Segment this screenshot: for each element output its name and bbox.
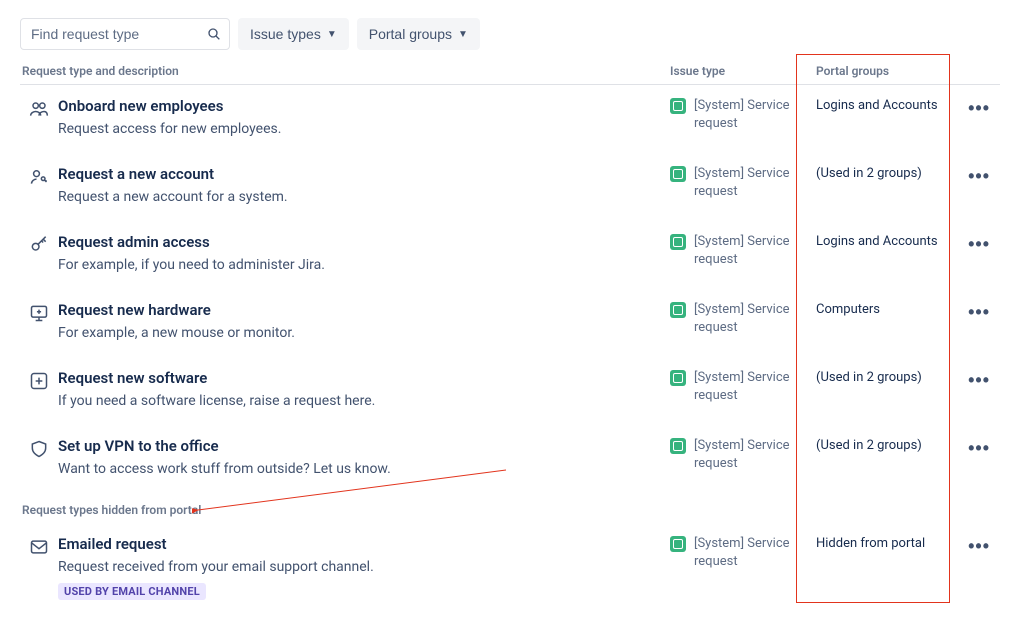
more-actions-button[interactable]: •••: [964, 536, 994, 557]
header-portal-groups: Portal groups: [816, 64, 964, 78]
issue-type-icon: [670, 536, 686, 552]
portal-groups-dropdown[interactable]: Portal groups ▼: [357, 18, 480, 50]
issue-type-icon: [670, 234, 686, 250]
header-issue-type: Issue type: [670, 64, 816, 78]
dropdown-label: Portal groups: [369, 26, 452, 42]
portal-group-value: Logins and Accounts: [816, 97, 964, 137]
request-type-description: Want to access work stuff from outside? …: [58, 461, 650, 477]
portal-group-value: Hidden from portal: [816, 535, 964, 600]
request-type-title[interactable]: Onboard new employees: [58, 97, 650, 115]
request-type-description: Request received from your email support…: [58, 559, 650, 575]
mail-icon: [20, 535, 58, 600]
issue-type-label: [System] Service request: [694, 97, 816, 132]
more-actions-button[interactable]: •••: [964, 438, 994, 459]
app-add-icon: [20, 369, 58, 409]
issue-type-icon: [670, 438, 686, 454]
request-type-description: Request a new account for a system.: [58, 189, 650, 205]
hidden-section-label: Request types hidden from portal: [20, 493, 1000, 523]
portal-group-value: Logins and Accounts: [816, 233, 964, 273]
issue-type-label: [System] Service request: [694, 369, 816, 404]
issue-type-icon: [670, 98, 686, 114]
people-icon: [20, 97, 58, 137]
portal-group-value: (Used in 2 groups): [816, 369, 964, 409]
issue-type-icon: [670, 166, 686, 182]
email-channel-badge: USED BY EMAIL CHANNEL: [58, 583, 206, 600]
request-type-title[interactable]: Emailed request: [58, 535, 650, 553]
portal-group-value: (Used in 2 groups): [816, 437, 964, 477]
table-row: Request a new account Request a new accou…: [20, 153, 1000, 221]
search-input[interactable]: [20, 18, 230, 50]
more-actions-button[interactable]: •••: [964, 370, 994, 391]
table-row: Set up VPN to the office Want to access w…: [20, 425, 1000, 493]
more-actions-button[interactable]: •••: [964, 98, 994, 119]
table-row: Request admin access For example, if you …: [20, 221, 1000, 289]
issue-type-icon: [670, 302, 686, 318]
table-row: Onboard new employees Request access for …: [20, 85, 1000, 153]
search-wrapper: [20, 18, 230, 50]
monitor-add-icon: [20, 301, 58, 341]
person-key-icon: [20, 165, 58, 205]
issue-types-dropdown[interactable]: Issue types ▼: [238, 18, 349, 50]
issue-type-label: [System] Service request: [694, 165, 816, 200]
request-type-title[interactable]: Request new software: [58, 369, 650, 387]
request-type-title[interactable]: Set up VPN to the office: [58, 437, 650, 455]
key-icon: [20, 233, 58, 273]
request-type-description: For example, if you need to administer J…: [58, 257, 650, 273]
issue-type-label: [System] Service request: [694, 535, 816, 570]
header-request-type: Request type and description: [20, 64, 670, 78]
chevron-down-icon: ▼: [458, 29, 468, 40]
request-type-title[interactable]: Request admin access: [58, 233, 650, 251]
issue-type-label: [System] Service request: [694, 301, 816, 336]
request-type-title[interactable]: Request new hardware: [58, 301, 650, 319]
issue-type-label: [System] Service request: [694, 233, 816, 268]
more-actions-button[interactable]: •••: [964, 166, 994, 187]
dropdown-label: Issue types: [250, 26, 321, 42]
table-row: Request new hardware For example, a new m…: [20, 289, 1000, 357]
table-row: Request new software If you need a softwa…: [20, 357, 1000, 425]
more-actions-button[interactable]: •••: [964, 234, 994, 255]
table-row: Emailed request Request received from you…: [20, 523, 1000, 616]
table-header-row: Request type and description Issue type …: [20, 64, 1000, 85]
issue-type-icon: [670, 370, 686, 386]
request-type-title[interactable]: Request a new account: [58, 165, 650, 183]
request-type-description: If you need a software license, raise a …: [58, 393, 650, 409]
request-type-description: Request access for new employees.: [58, 121, 650, 137]
chevron-down-icon: ▼: [327, 29, 337, 40]
more-actions-button[interactable]: •••: [964, 302, 994, 323]
issue-type-label: [System] Service request: [694, 437, 816, 472]
shield-icon: [20, 437, 58, 477]
portal-group-value: Computers: [816, 301, 964, 341]
request-type-description: For example, a new mouse or monitor.: [58, 325, 650, 341]
portal-group-value: (Used in 2 groups): [816, 165, 964, 205]
